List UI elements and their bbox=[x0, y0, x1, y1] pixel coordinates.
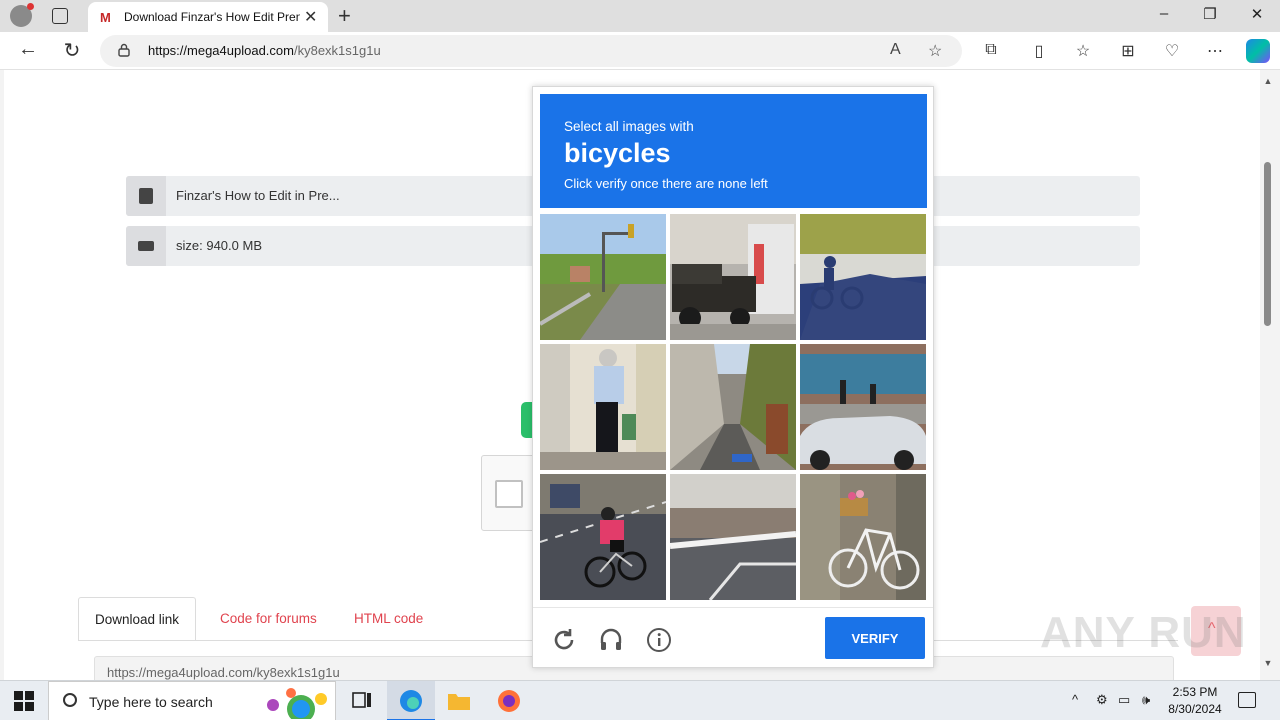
captcha-prompt: Select all images with bbox=[564, 119, 694, 134]
captcha-tile-parked-cars[interactable] bbox=[800, 344, 926, 470]
split-screen-icon[interactable]: ▯ bbox=[1028, 41, 1050, 61]
tab-code-for-forums[interactable]: Code for forums bbox=[204, 597, 333, 641]
file-name: Finzar's How to Edit in Pre... bbox=[176, 188, 340, 203]
windows-taskbar: Type here to search ^ ⚙ ▭ 🕪 2:53 PM 8/30… bbox=[0, 680, 1280, 720]
scrollbar-thumb[interactable] bbox=[1264, 162, 1271, 326]
captcha-tile-bicycle-basket[interactable] bbox=[800, 474, 926, 600]
browser-toolbar: ← ↻ https://mega4upload.com/ky8exk1s1g1u… bbox=[0, 32, 1280, 70]
back-icon[interactable]: ← bbox=[16, 38, 40, 61]
minimize-icon[interactable]: – bbox=[1154, 5, 1174, 22]
browser-essentials-icon[interactable]: ♡ bbox=[1161, 41, 1183, 61]
more-menu-icon[interactable]: ⋯ bbox=[1204, 41, 1226, 61]
show-hidden-icons-icon[interactable]: ^ bbox=[1072, 692, 1078, 707]
captcha-tile-bicycle-shadow[interactable] bbox=[800, 214, 926, 340]
search-placeholder: Type here to search bbox=[89, 694, 213, 710]
tab-html-code[interactable]: HTML code bbox=[338, 597, 439, 641]
captcha-checkbox-widget bbox=[481, 455, 537, 531]
captcha-instruction: Click verify once there are none left bbox=[564, 176, 768, 191]
captcha-checkbox[interactable] bbox=[495, 480, 523, 508]
system-clock[interactable]: 2:53 PM 8/30/2024 bbox=[1166, 684, 1224, 718]
browser-tab[interactable]: M Download Finzar's How Edit Pren ✕ bbox=[88, 2, 328, 32]
firefox-icon[interactable] bbox=[485, 681, 533, 720]
security-icon[interactable]: ⚙ bbox=[1096, 692, 1108, 708]
close-window-icon[interactable]: ✕ bbox=[1247, 5, 1267, 23]
drive-icon bbox=[126, 226, 166, 266]
taskbar-search-box[interactable]: Type here to search bbox=[48, 681, 336, 720]
search-highlight-art-icon bbox=[267, 688, 327, 719]
tab-title: Download Finzar's How Edit Pren bbox=[124, 10, 300, 24]
watermark-logo: ANY RUN bbox=[1040, 608, 1247, 657]
refresh-icon[interactable]: ↻ bbox=[60, 38, 84, 63]
notifications-icon[interactable] bbox=[1238, 692, 1256, 708]
collections-icon[interactable]: ⊞ bbox=[1117, 41, 1139, 61]
file-size: size: 940.0 MB bbox=[176, 238, 262, 253]
file-explorer-icon[interactable] bbox=[435, 681, 483, 720]
info-icon[interactable] bbox=[646, 627, 672, 653]
captcha-challenge: Select all images with bicycles Click ve… bbox=[532, 86, 934, 668]
profile-avatar-icon[interactable] bbox=[10, 3, 34, 27]
copilot-icon[interactable] bbox=[1246, 39, 1270, 63]
scroll-down-arrow-icon[interactable]: ▼ bbox=[1262, 658, 1274, 668]
clock-date: 8/30/2024 bbox=[1168, 702, 1222, 716]
captcha-tile-man-at-door[interactable] bbox=[540, 344, 666, 470]
captcha-footer-divider bbox=[533, 607, 933, 608]
verify-button[interactable]: VERIFY bbox=[825, 617, 925, 659]
new-tab-button[interactable]: + bbox=[338, 3, 351, 29]
captcha-tile-traffic-light-road[interactable] bbox=[540, 214, 666, 340]
scroll-up-arrow-icon[interactable]: ▲ bbox=[1262, 76, 1274, 86]
close-tab-icon[interactable]: ✕ bbox=[304, 7, 317, 27]
captcha-tile-cyclist-road[interactable] bbox=[540, 474, 666, 600]
search-icon bbox=[63, 693, 77, 707]
network-icon[interactable]: ▭ bbox=[1118, 692, 1130, 708]
captcha-tile-narrow-street[interactable] bbox=[670, 344, 796, 470]
captcha-header: Select all images with bicycles Click ve… bbox=[540, 94, 927, 208]
audio-headphones-icon[interactable] bbox=[598, 627, 624, 653]
captcha-tile-truck-trailer[interactable] bbox=[670, 214, 796, 340]
restore-icon[interactable]: ❐ bbox=[1200, 5, 1220, 23]
site-favicon-icon: M bbox=[100, 10, 111, 25]
favorites-icon[interactable]: ☆ bbox=[1072, 41, 1094, 61]
favorite-star-icon[interactable]: ☆ bbox=[928, 41, 942, 61]
reload-icon[interactable] bbox=[551, 627, 577, 653]
captcha-target: bicycles bbox=[564, 138, 671, 168]
tab-download-link[interactable]: Download link bbox=[78, 597, 197, 641]
file-icon bbox=[126, 176, 166, 216]
address-bar[interactable]: https://mega4upload.com/ky8exk1s1g1u A ☆ bbox=[100, 35, 962, 67]
read-aloud-icon[interactable]: A bbox=[890, 41, 901, 59]
volume-icon[interactable]: 🕪 bbox=[1142, 692, 1150, 708]
clock-time: 2:53 PM bbox=[1172, 685, 1218, 699]
page-scrollbar[interactable]: ▲ ▼ bbox=[1262, 74, 1274, 674]
task-view-icon[interactable] bbox=[338, 681, 386, 720]
extensions-icon[interactable]: ⧉ bbox=[980, 41, 1002, 59]
url-text: https://mega4upload.com/ky8exk1s1g1u bbox=[148, 43, 381, 58]
lock-icon bbox=[118, 43, 130, 57]
captcha-tile-road-curb[interactable] bbox=[670, 474, 796, 600]
title-bar: M Download Finzar's How Edit Pren ✕ + – … bbox=[0, 0, 1280, 32]
download-url-text: https://mega4upload.com/ky8exk1s1g1u bbox=[107, 665, 340, 680]
windows-start-icon[interactable] bbox=[14, 691, 34, 711]
tab-actions-icon[interactable] bbox=[52, 8, 68, 24]
edge-browser-icon[interactable] bbox=[387, 681, 435, 720]
